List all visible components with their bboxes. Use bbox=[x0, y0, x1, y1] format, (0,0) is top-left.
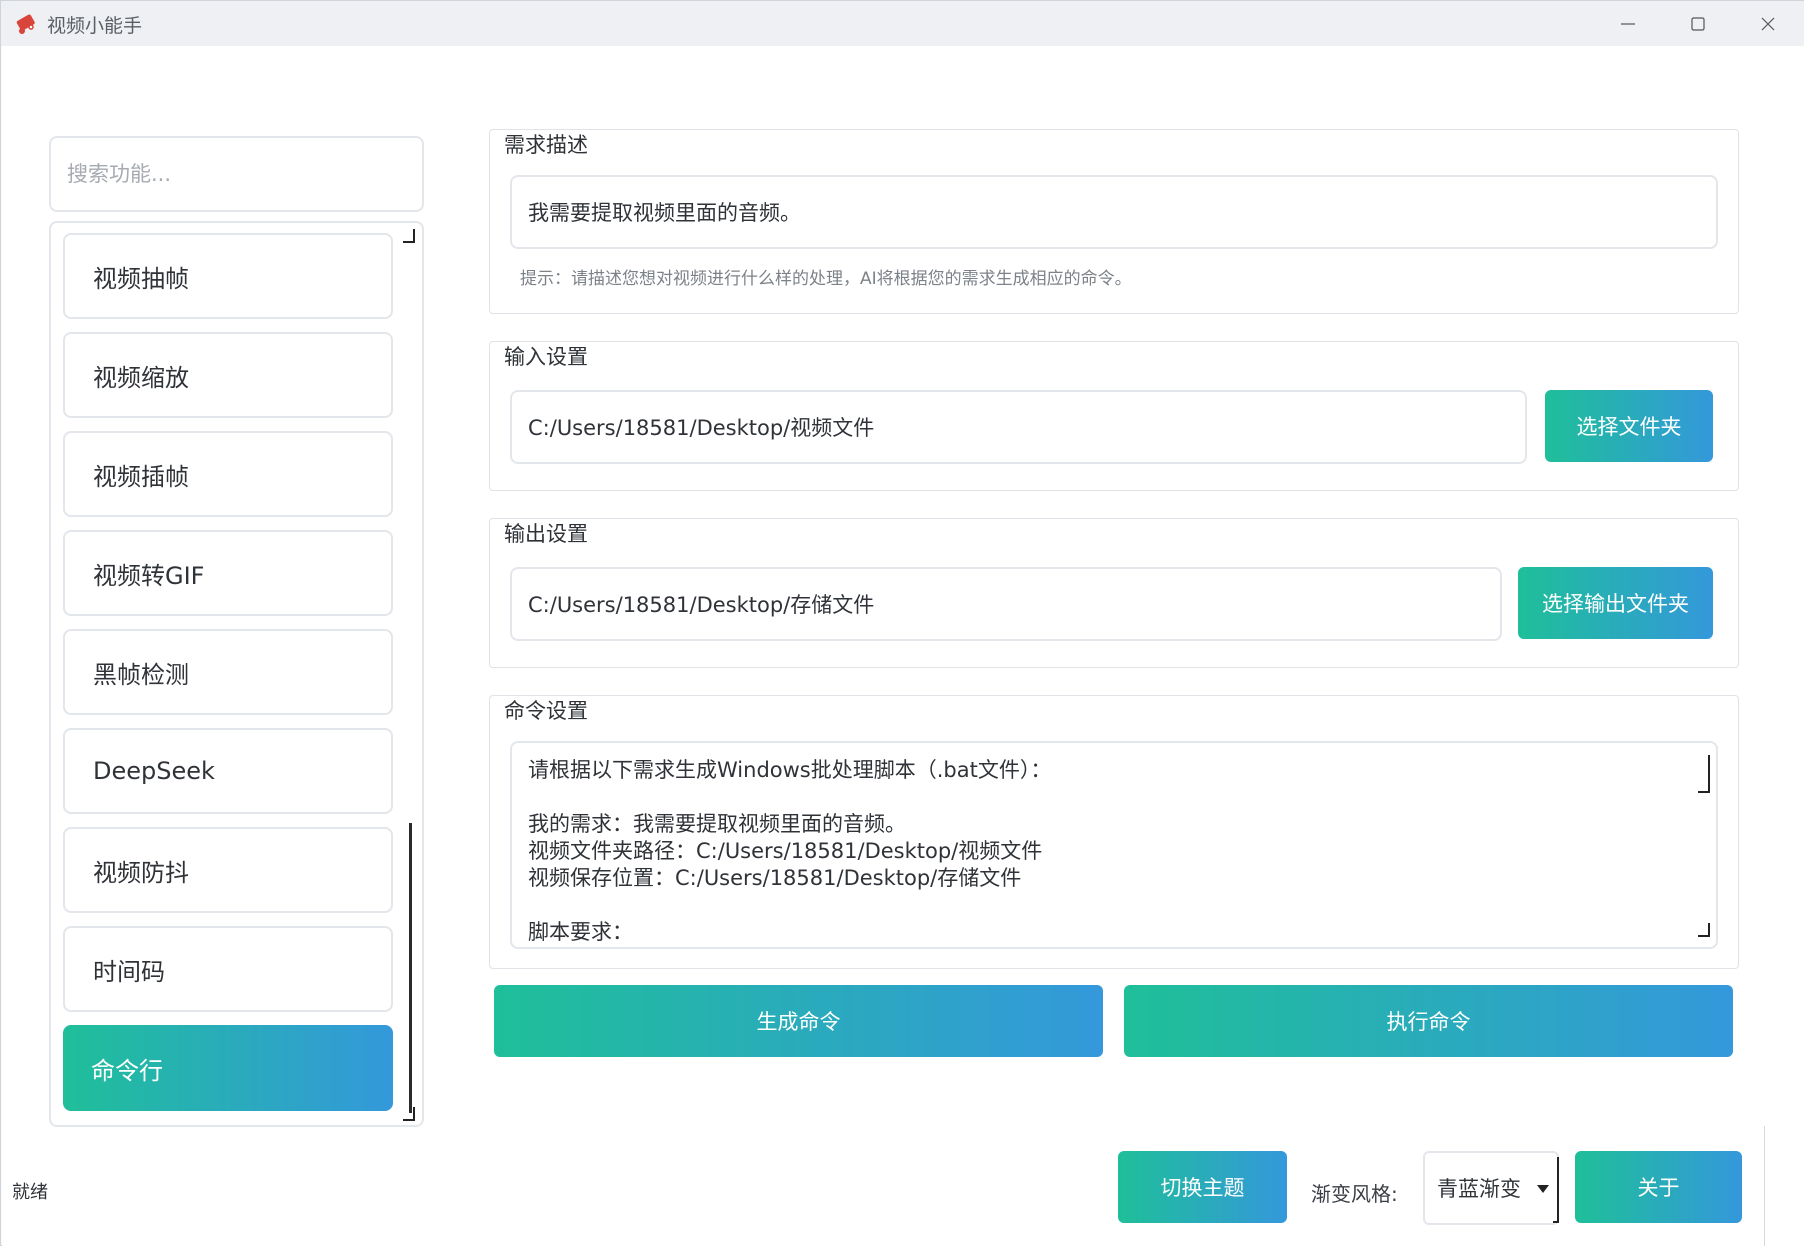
requirement-value: 我需要提取视频里面的音频。 bbox=[528, 201, 801, 225]
maximize-icon bbox=[1691, 16, 1705, 31]
select-border bbox=[1553, 1157, 1559, 1223]
about-label: 关于 bbox=[1637, 1176, 1680, 1200]
command-line: 我的需求：我需要提取视频里面的音频。 bbox=[528, 812, 906, 836]
minimize-button[interactable] bbox=[1593, 1, 1663, 46]
menu-scroll-thumb[interactable] bbox=[409, 823, 413, 1113]
switch-theme-button[interactable]: 切换主题 bbox=[1118, 1151, 1287, 1223]
menu-item-deepseek[interactable]: DeepSeek bbox=[63, 728, 393, 814]
input-folder-field[interactable]: C:/Users/18581/Desktop/视频文件 bbox=[510, 390, 1527, 464]
requirement-input[interactable]: 我需要提取视频里面的音频。 bbox=[510, 175, 1718, 249]
close-button[interactable] bbox=[1733, 1, 1803, 46]
switch-theme-label: 切换主题 bbox=[1160, 1176, 1245, 1200]
menu-item-label: DeepSeek bbox=[93, 757, 215, 785]
requirement-title: 需求描述 bbox=[504, 133, 588, 157]
menu-item-stabilize[interactable]: 视频防抖 bbox=[63, 827, 393, 913]
requirement-group: 需求描述 我需要提取视频里面的音频。 提示：请描述您想对视频进行什么样的处理，A… bbox=[489, 129, 1739, 314]
generate-command-label: 生成命令 bbox=[756, 1010, 841, 1034]
output-settings-group: 输出设置 C:/Users/18581/Desktop/存储文件 选择输出文件夹 bbox=[489, 518, 1739, 668]
menu-item-video-to-gif[interactable]: 视频转GIF bbox=[63, 530, 393, 616]
app-window: 视频小能手 视频抽帧 视频缩放 视频插帧 视频转GIF 黑帧检测 DeepSee… bbox=[0, 0, 1804, 1246]
menu-item-frame-interpolate[interactable]: 视频插帧 bbox=[63, 431, 393, 517]
menu-item-label: 黑帧检测 bbox=[93, 660, 189, 689]
menu-item-command-line[interactable]: 命令行 bbox=[63, 1025, 393, 1111]
menu-item-video-scale[interactable]: 视频缩放 bbox=[63, 332, 393, 418]
command-line: 脚本要求： bbox=[528, 920, 633, 944]
gradient-style-label: 渐变风格: bbox=[1311, 1182, 1398, 1206]
select-output-folder-label: 选择输出文件夹 bbox=[1542, 592, 1689, 616]
footer-divider bbox=[1764, 1126, 1765, 1246]
main-content: 视频抽帧 视频缩放 视频插帧 视频转GIF 黑帧检测 DeepSeek 视频防抖… bbox=[2, 46, 1804, 1246]
menu-item-label: 时间码 bbox=[93, 957, 165, 986]
menu-item-label: 视频插帧 bbox=[93, 462, 189, 491]
command-settings-title: 命令设置 bbox=[504, 699, 588, 723]
menu-item-label: 视频转GIF bbox=[93, 561, 205, 590]
menu-item-timecode[interactable]: 时间码 bbox=[63, 926, 393, 1012]
menu-item-label: 命令行 bbox=[91, 1056, 163, 1085]
requirement-hint: 提示：请描述您想对视频进行什么样的处理，AI将根据您的需求生成相应的命令。 bbox=[520, 269, 1132, 289]
maximize-button[interactable] bbox=[1663, 1, 1733, 46]
window-title: 视频小能手 bbox=[47, 15, 143, 37]
execute-command-label: 执行命令 bbox=[1386, 1010, 1471, 1034]
command-textarea[interactable]: 请根据以下需求生成Windows批处理脚本（.bat文件）： 我的需求：我需要提… bbox=[510, 741, 1718, 949]
command-line: 视频保存位置：C:/Users/18581/Desktop/存储文件 bbox=[528, 866, 1022, 890]
execute-command-button[interactable]: 执行命令 bbox=[1124, 985, 1733, 1057]
output-folder-field[interactable]: C:/Users/18581/Desktop/存储文件 bbox=[510, 567, 1502, 641]
select-folder-label: 选择文件夹 bbox=[1576, 415, 1682, 439]
scroll-up-marker-icon bbox=[403, 229, 415, 243]
app-logo-icon bbox=[16, 14, 35, 34]
close-icon bbox=[1761, 17, 1775, 30]
input-settings-group: 输入设置 C:/Users/18581/Desktop/视频文件 选择文件夹 bbox=[489, 341, 1739, 491]
command-line: 视频文件夹路径：C:/Users/18581/Desktop/视频文件 bbox=[528, 839, 1043, 863]
gradient-style-value: 青蓝渐变 bbox=[1437, 1177, 1521, 1201]
menu-item-black-frame-detect[interactable]: 黑帧检测 bbox=[63, 629, 393, 715]
select-folder-button[interactable]: 选择文件夹 bbox=[1545, 390, 1713, 462]
textarea-resize-icon[interactable] bbox=[1698, 923, 1710, 937]
gradient-style-select[interactable]: 青蓝渐变 bbox=[1423, 1151, 1559, 1225]
command-line: 请根据以下需求生成Windows批处理脚本（.bat文件）： bbox=[528, 758, 1052, 782]
command-line bbox=[528, 784, 1700, 811]
minimize-icon bbox=[1621, 22, 1635, 25]
status-text: 就绪 bbox=[12, 1182, 48, 1203]
function-menu: 视频抽帧 视频缩放 视频插帧 视频转GIF 黑帧检测 DeepSeek 视频防抖… bbox=[49, 221, 424, 1127]
menu-item-label: 视频抽帧 bbox=[93, 264, 189, 293]
menu-item-label: 视频防抖 bbox=[93, 858, 189, 887]
chevron-down-icon bbox=[1537, 1185, 1549, 1193]
generate-command-button[interactable]: 生成命令 bbox=[494, 985, 1103, 1057]
input-folder-path: C:/Users/18581/Desktop/视频文件 bbox=[528, 416, 875, 440]
input-settings-title: 输入设置 bbox=[504, 345, 588, 369]
textarea-scroll-thumb[interactable] bbox=[1698, 755, 1710, 793]
output-folder-path: C:/Users/18581/Desktop/存储文件 bbox=[528, 593, 875, 617]
function-search-input[interactable] bbox=[49, 136, 424, 212]
select-output-folder-button[interactable]: 选择输出文件夹 bbox=[1518, 567, 1713, 639]
scroll-down-marker-icon bbox=[403, 1107, 415, 1121]
command-settings-group: 命令设置 请根据以下需求生成Windows批处理脚本（.bat文件）： 我的需求… bbox=[489, 695, 1739, 969]
output-settings-title: 输出设置 bbox=[504, 522, 588, 546]
command-line bbox=[528, 892, 1700, 919]
about-button[interactable]: 关于 bbox=[1575, 1151, 1742, 1223]
menu-item-label: 视频缩放 bbox=[93, 363, 189, 392]
title-bar: 视频小能手 bbox=[1, 1, 1804, 46]
menu-item-frame-extract[interactable]: 视频抽帧 bbox=[63, 233, 393, 319]
